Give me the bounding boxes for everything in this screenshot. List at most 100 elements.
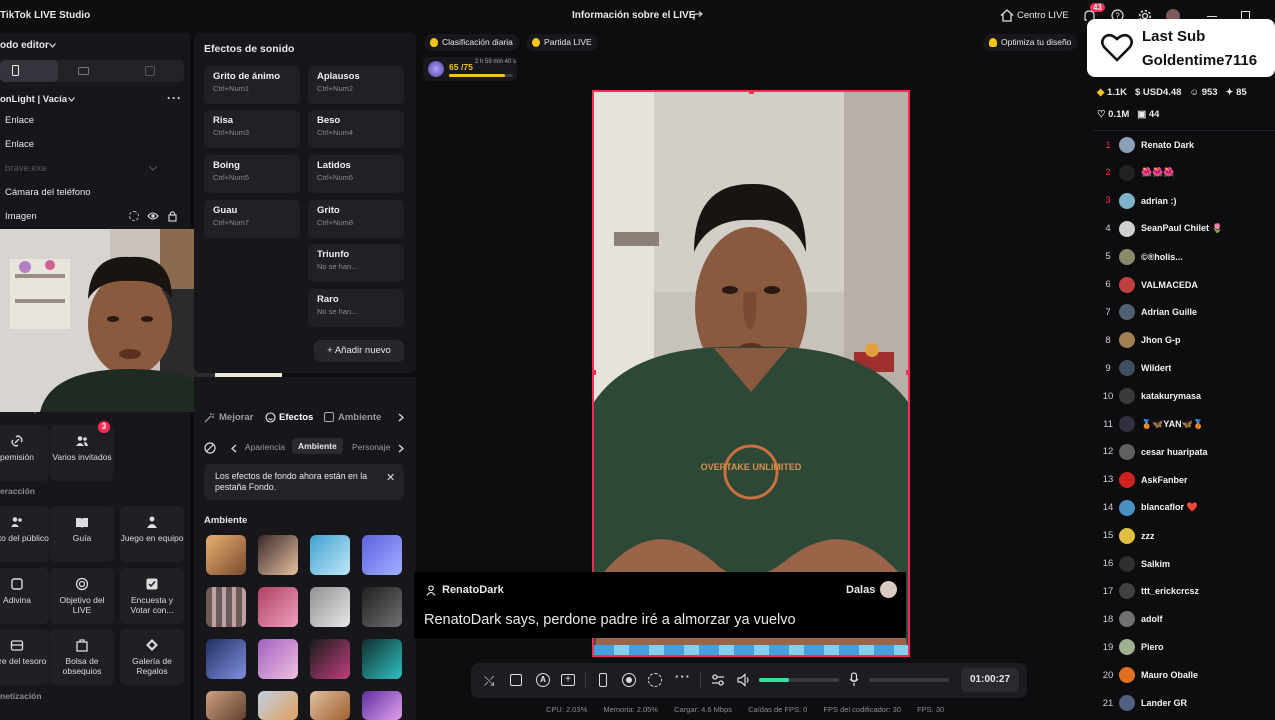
leaderboard-row[interactable]: 7 Adrian Guille xyxy=(1097,298,1275,326)
resize-handle[interactable] xyxy=(749,92,754,94)
eye-icon[interactable] xyxy=(147,211,159,221)
effect-thumb[interactable] xyxy=(310,587,350,627)
source-phone-camera[interactable]: Cámara del teléfono xyxy=(5,187,91,198)
subtab-personaje[interactable]: Personaje xyxy=(352,442,390,452)
chevron-right-icon[interactable] xyxy=(398,413,404,422)
mixer-icon[interactable] xyxy=(711,674,725,686)
leaderboard-row[interactable]: 5 ©®holis... xyxy=(1097,243,1275,271)
sound-tile[interactable]: Grito Ctrl+Num8 xyxy=(308,200,404,238)
action-guia[interactable]: Guía xyxy=(50,506,114,562)
leaderboard-row[interactable]: 3 adrian :) xyxy=(1097,187,1275,215)
leaderboard-row[interactable]: 11 🥉🦋YAN🦋🥉 xyxy=(1097,410,1275,438)
source-image[interactable]: Imagen xyxy=(5,211,37,222)
chevron-down-icon[interactable] xyxy=(49,43,56,48)
effect-thumb[interactable] xyxy=(362,691,402,720)
live-info-title[interactable]: Información sobre el LIVE xyxy=(572,10,695,21)
lock-icon[interactable] xyxy=(168,210,177,222)
effect-thumb[interactable] xyxy=(206,587,246,627)
source-link-1[interactable]: Enlace xyxy=(5,115,34,126)
mic-slider[interactable] xyxy=(869,678,949,682)
close-icon[interactable]: ✕ xyxy=(386,471,395,484)
leaderboard-row[interactable]: 2 🌺🌺🌺 xyxy=(1097,159,1275,187)
chip-partida[interactable]: Partida LIVE xyxy=(526,34,598,51)
more-icon[interactable]: ··· xyxy=(167,91,182,105)
more-icon[interactable]: ··· xyxy=(675,669,691,684)
resize-handle[interactable] xyxy=(906,370,908,375)
effect-thumb[interactable] xyxy=(362,535,402,575)
effect-thumb[interactable] xyxy=(206,691,246,720)
record-icon[interactable] xyxy=(622,673,636,687)
action-galeria-regalos[interactable]: Galería de Regalos xyxy=(120,629,184,685)
leaderboard-row[interactable]: 14 blancaflor ❤️ xyxy=(1097,494,1275,522)
sound-tile[interactable]: Raro No se han... xyxy=(308,289,404,327)
action-juego-equipo[interactable]: Juego en equipo xyxy=(120,506,184,562)
leaderboard-row[interactable]: 6 VALMACEDA xyxy=(1097,271,1275,299)
effect-thumb[interactable] xyxy=(258,535,298,575)
centro-live-link[interactable]: Centro LIVE xyxy=(1017,10,1069,21)
effect-thumb[interactable] xyxy=(258,587,298,627)
live-goal-widget[interactable]: 65 /75 2 h 59 min 40 s xyxy=(423,57,517,81)
leaderboard-row[interactable]: 10 katakurymasa xyxy=(1097,382,1275,410)
speaker-icon[interactable] xyxy=(737,673,751,687)
chevron-left-icon[interactable] xyxy=(231,444,237,453)
tab-efectos[interactable]: Efectos xyxy=(279,412,313,423)
dual-layout-icon[interactable] xyxy=(145,66,155,76)
chevron-down-icon[interactable] xyxy=(149,166,157,171)
phone-icon[interactable] xyxy=(599,673,607,687)
action-encuesta[interactable]: Encuesta y Votar con... xyxy=(120,568,184,624)
effect-thumb[interactable] xyxy=(258,691,298,720)
add-source-icon[interactable]: + xyxy=(561,674,575,686)
effect-thumb[interactable] xyxy=(310,639,350,679)
sound-tile[interactable]: Aplausos Ctrl+Num2 xyxy=(308,66,404,104)
effect-thumb[interactable] xyxy=(362,639,402,679)
sound-tile[interactable]: Guau Ctrl+Num7 xyxy=(204,200,300,238)
sound-tile[interactable]: Latidos Ctrl+Num6 xyxy=(308,155,404,193)
subtab-ambiente[interactable]: Ambiente xyxy=(292,438,343,454)
ai-icon[interactable]: A xyxy=(536,673,550,687)
resize-handle[interactable] xyxy=(594,370,596,375)
leaderboard-row[interactable]: 21 Lander GR xyxy=(1097,689,1275,717)
leaderboard-row[interactable]: 20 Mauro Oballe xyxy=(1097,661,1275,689)
action-adivina[interactable]: Adivina xyxy=(0,568,49,624)
no-effect-icon[interactable] xyxy=(204,442,216,454)
effect-thumb[interactable] xyxy=(310,691,350,720)
action-varios-invitados[interactable]: Varios invitados 3 xyxy=(50,421,114,481)
leaderboard-row[interactable]: 9 Wildert xyxy=(1097,354,1275,382)
action-retransmision[interactable]: pemisión xyxy=(0,425,49,481)
add-sound-button[interactable]: + Añadir nuevo xyxy=(314,340,404,362)
chip-design-tip[interactable]: Optimiza tu diseño xyxy=(983,34,1078,51)
effect-thumb[interactable] xyxy=(206,535,246,575)
leaderboard-row[interactable]: 13 AskFanber xyxy=(1097,466,1275,494)
leaderboard-row[interactable]: 18 adolf xyxy=(1097,605,1275,633)
subtab-apariencia[interactable]: Apariencia xyxy=(245,442,285,452)
minimize-icon[interactable] xyxy=(1207,16,1217,17)
chevron-down-icon[interactable] xyxy=(68,97,75,102)
scene-selector[interactable]: onLight | Vacía xyxy=(0,94,67,105)
home-icon[interactable] xyxy=(1000,9,1014,22)
sound-tile[interactable]: Triunfo No se han... xyxy=(308,244,404,282)
leaderboard-row[interactable]: 17 ttt_erickcrcsz xyxy=(1097,577,1275,605)
leaderboard-row[interactable]: 15 zzz xyxy=(1097,522,1275,550)
sound-tile[interactable]: Boing Ctrl+Num5 xyxy=(204,155,300,193)
tab-mejorar[interactable]: Mejorar xyxy=(219,412,253,423)
sound-tile[interactable]: Grito de ánimo Ctrl+Num1 xyxy=(204,66,300,104)
chip-ranking[interactable]: Clasificación diaria xyxy=(424,34,519,51)
landscape-icon[interactable] xyxy=(78,67,89,75)
scene-switch-icon[interactable] xyxy=(510,674,522,686)
microphone-icon[interactable] xyxy=(849,672,859,687)
leaderboard-row[interactable]: 16 Salkim xyxy=(1097,550,1275,578)
action-cofre-tesoro[interactable]: cofre del tesoro xyxy=(0,629,49,685)
leaderboard-row[interactable]: 4 SeanPaul Chilet 🌷 xyxy=(1097,215,1275,243)
action-objetivo-live[interactable]: Objetivo del LIVE xyxy=(50,568,114,624)
effect-thumb[interactable] xyxy=(206,639,246,679)
leaderboard-row[interactable]: 12 cesar huaripata xyxy=(1097,438,1275,466)
sound-tile[interactable]: Risa Ctrl+Num3 xyxy=(204,110,300,148)
leaderboard-row[interactable]: 1 Renato Dark xyxy=(1097,131,1275,159)
effect-thumb[interactable] xyxy=(258,639,298,679)
portrait-tab[interactable] xyxy=(0,60,58,82)
settings-icon[interactable] xyxy=(129,211,139,221)
source-link-2[interactable]: Enlace xyxy=(5,139,34,150)
chevron-right-icon[interactable] xyxy=(398,444,404,453)
leaderboard-row[interactable]: 8 Jhon G-p xyxy=(1097,326,1275,354)
tab-ambiente[interactable]: Ambiente xyxy=(338,412,381,423)
